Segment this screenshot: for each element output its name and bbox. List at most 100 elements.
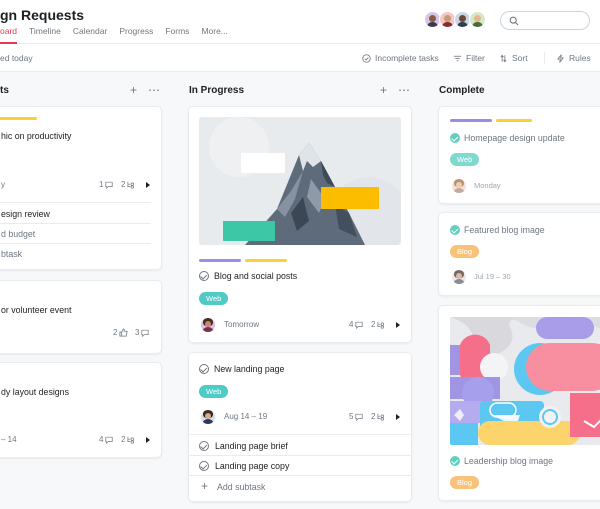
tab-progress[interactable]: Progress	[119, 25, 153, 44]
assignee-avatar[interactable]	[201, 410, 215, 424]
rules-label: Rules	[569, 53, 591, 63]
complete-checkbox[interactable]	[199, 364, 209, 374]
subtask-title[interactable]: d budget	[1, 229, 35, 239]
subtask-count[interactable]: 2	[371, 412, 386, 421]
tag-blog[interactable]: Blog	[450, 476, 480, 489]
tab-board[interactable]: oard	[0, 25, 18, 44]
subtask-title[interactable]: Landing page brief	[215, 441, 288, 451]
column-title: Complete	[439, 85, 485, 96]
tag-web[interactable]: Web	[450, 153, 480, 166]
assignee-avatar[interactable]	[201, 318, 215, 332]
task-title: New landing page	[214, 364, 285, 374]
complete-checkbox[interactable]	[199, 271, 209, 281]
completed-checkbox[interactable]	[450, 225, 460, 235]
plus-icon: +	[130, 83, 138, 97]
search-input[interactable]	[500, 11, 590, 30]
comment-count[interactable]: 4	[99, 435, 114, 444]
chevron-right-icon[interactable]	[396, 414, 400, 420]
divider	[189, 475, 411, 476]
task-card[interactable]: Blog and social posts Web Tomorrow 4 2	[188, 106, 412, 343]
add-task-button[interactable]: +	[130, 83, 137, 97]
subtask-count-value: 2	[121, 435, 126, 444]
tag-web[interactable]: Web	[199, 385, 229, 398]
sort-button[interactable]: Sort	[499, 53, 528, 63]
incomplete-tasks-button[interactable]: Incomplete tasks	[362, 53, 439, 63]
subtask-checkbox[interactable]	[199, 461, 209, 471]
subtask-count-value: 2	[371, 412, 376, 421]
rules-button[interactable]: Rules	[556, 53, 591, 63]
comment-icon	[355, 321, 364, 329]
subtask-icon	[377, 413, 385, 421]
comment-count[interactable]: 5	[349, 412, 364, 421]
column-title: ts	[0, 85, 9, 96]
completed-checkbox[interactable]	[450, 133, 460, 143]
tab-calendar[interactable]: Calendar	[73, 25, 108, 44]
completed-checkbox[interactable]	[450, 456, 460, 466]
subtask-icon	[127, 436, 135, 444]
avatar[interactable]	[469, 11, 486, 28]
filter-label: Filter	[466, 53, 485, 63]
chevron-right-icon[interactable]	[146, 437, 150, 443]
assignee-avatar[interactable]	[452, 179, 466, 193]
chevron-right-icon[interactable]	[146, 182, 150, 188]
comment-count[interactable]: 4	[349, 320, 364, 329]
task-title: Homepage design update	[464, 133, 565, 143]
comment-icon	[105, 181, 114, 189]
comment-count-value: 4	[99, 435, 104, 444]
mountain-illustration	[199, 117, 401, 245]
task-title: dy layout designs	[1, 387, 69, 397]
subtask-count-value: 2	[121, 180, 126, 189]
task-card[interactable]: Leadership blog image Blog	[438, 305, 600, 501]
comment-icon	[141, 329, 150, 337]
like-count[interactable]: 2	[113, 328, 129, 337]
incomplete-tasks-label: Incomplete tasks	[375, 53, 439, 63]
task-card[interactable]: dy layout designs – 14 4 2	[0, 362, 162, 458]
task-card[interactable]: hic on productivity y 1 2 esign review d…	[0, 106, 162, 270]
subtask-count[interactable]: 2	[371, 320, 386, 329]
color-bar	[245, 259, 287, 262]
project-title: gn Requests	[0, 7, 85, 23]
color-bar	[496, 119, 532, 122]
subtask-count[interactable]: 2	[121, 435, 136, 444]
member-avatars[interactable]	[424, 11, 486, 28]
like-count-value: 2	[113, 328, 118, 337]
task-card[interactable]: Featured blog image Blog Jul 19 – 30	[438, 212, 600, 296]
subtask-title[interactable]: esign review	[1, 209, 50, 219]
tab-timeline[interactable]: Timeline	[29, 25, 61, 44]
last-updated-text: ed today	[0, 53, 33, 63]
tab-more[interactable]: More...	[201, 25, 227, 44]
assignee-avatar[interactable]	[452, 270, 466, 284]
chevron-right-icon[interactable]	[396, 322, 400, 328]
comment-count-value: 5	[349, 412, 354, 421]
task-card[interactable]: Homepage design update Web Monday	[438, 106, 600, 204]
column-more-button[interactable]: ⋯	[398, 83, 410, 97]
divider	[0, 202, 151, 203]
add-subtask-button[interactable]: btask	[1, 249, 22, 259]
subtask-count[interactable]: 2	[121, 180, 136, 189]
column-more-button[interactable]: ⋯	[148, 83, 160, 97]
top-bar: gn Requests oard Timeline Calendar Progr…	[0, 0, 600, 44]
search-icon	[509, 16, 519, 26]
more-icon: ⋯	[148, 83, 160, 97]
tag-blog[interactable]: Blog	[450, 245, 480, 258]
filter-icon	[453, 55, 462, 61]
task-card[interactable]: New landing page Web Aug 14 – 19 5 2 Lan…	[188, 352, 412, 502]
subtask-checkbox[interactable]	[199, 441, 209, 451]
add-task-button[interactable]: +	[380, 83, 387, 97]
divider	[0, 223, 151, 224]
toolbar: ed today Incomplete tasks Filter Sort Ru…	[0, 44, 600, 72]
tab-forms[interactable]: Forms	[165, 25, 189, 44]
comment-count[interactable]: 1	[99, 180, 114, 189]
plus-icon[interactable]: +	[201, 479, 208, 493]
task-card[interactable]: or volunteer event 2 3	[0, 280, 162, 354]
add-subtask-button[interactable]: Add subtask	[217, 482, 265, 492]
task-title: or volunteer event	[1, 305, 72, 315]
due-date: – 14	[1, 435, 17, 444]
filter-button[interactable]: Filter	[453, 53, 485, 63]
divider	[189, 434, 411, 435]
tag-web[interactable]: Web	[199, 292, 229, 305]
due-date: Tomorrow	[224, 320, 260, 329]
comment-count-value: 4	[349, 320, 354, 329]
subtask-title[interactable]: Landing page copy	[215, 461, 289, 471]
comment-count[interactable]: 3	[135, 328, 150, 337]
